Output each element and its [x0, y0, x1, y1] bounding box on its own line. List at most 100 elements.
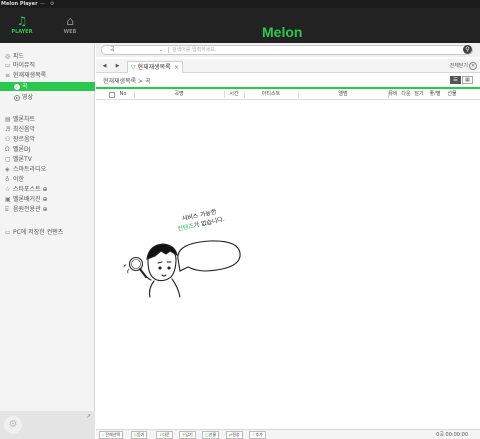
add-to-button[interactable]: +담기	[179, 431, 196, 439]
col-no[interactable]: No	[116, 89, 130, 100]
sidebar-item-label: 멜론차트	[13, 116, 36, 123]
tab-label: 현재재생목록	[137, 64, 171, 71]
sidebar-item-genre[interactable]: ⚇ 장르음악	[0, 135, 95, 144]
col-add: 담기	[414, 91, 424, 97]
forward-arrow-icon[interactable]: ▶	[112, 61, 123, 71]
search-category[interactable]: 곡	[110, 46, 115, 54]
sidebar-item-label: 피드	[13, 53, 25, 60]
col-artist[interactable]: 아티스트	[244, 89, 298, 100]
sidebar-item-label: 이한	[13, 176, 25, 183]
mouth	[161, 274, 167, 277]
gear-icon[interactable]: ⚙	[4, 416, 22, 434]
close-all-label[interactable]: 전체닫기	[450, 62, 468, 69]
grid-view-icon[interactable]: ▦	[462, 76, 473, 84]
button-label: 듣기	[137, 432, 145, 437]
sidebar-item-magazine[interactable]: ▣ 멜론배거진 ⊕	[0, 195, 95, 204]
sidebar-item-new-music[interactable]: ♬ 최신음악	[0, 125, 95, 134]
sidebar-item-dj[interactable]: Ω 멜론DJ	[0, 145, 95, 154]
playlist-tab-icon: ▽	[131, 64, 136, 71]
playlist-summary: 0곡 00:00:00	[436, 432, 468, 438]
bottom-toolbar: ✓전체선택 ▷듣기 ↓다운 +담기 ◫선물 ⇄전송 ✓추가 0곡 00:00:0…	[96, 429, 480, 439]
player-tab[interactable]: ♫ PLAYER	[0, 8, 44, 43]
sidebar-item-tv[interactable]: ▢ 멜론TV	[0, 155, 95, 164]
button-label: 다운	[162, 432, 170, 437]
sidebar-item-songs[interactable]: ♪ 곡	[0, 82, 95, 91]
speech-bubble	[177, 240, 241, 272]
close-all-icon[interactable]: ×	[469, 62, 477, 70]
eyebrows	[157, 261, 172, 264]
col-album[interactable]: 앨범	[298, 89, 388, 100]
video-circle-icon: ▸	[14, 94, 20, 101]
bulb-icon: ♁	[5, 176, 10, 183]
sidebar-item-label: 현재재생목록	[13, 72, 47, 79]
tab-bar: ◀ ▶ ▽ 현재재생목록 × 전체닫기 ×	[96, 59, 480, 73]
col-mv: 뮤비	[388, 91, 398, 97]
body	[148, 278, 181, 298]
right-eye	[167, 266, 171, 270]
sidebar-item-label: 멜론DJ	[13, 146, 31, 153]
search-input[interactable]: 검색어를 입력하세요.	[172, 46, 217, 54]
search-icon[interactable]: ⚲	[463, 45, 472, 54]
col-download: 다운	[401, 91, 411, 97]
my-music-icon: ▭	[5, 62, 11, 69]
music-note-icon: ♫	[16, 14, 28, 28]
button-label: 추가	[255, 432, 263, 437]
sidebar-item-star-post[interactable]: ☆ 스타포스트 ⊕	[0, 185, 95, 194]
sidebar-item-label: 최신음악	[13, 126, 36, 133]
hair	[146, 243, 178, 260]
breadcrumb: 현재재생목록 > 곡	[103, 78, 151, 85]
melon-logo: Melon	[262, 24, 303, 40]
tv-icon: ▢	[5, 156, 11, 163]
store-icon: ⌸	[5, 206, 9, 213]
send-button[interactable]: ⇄전송	[226, 431, 243, 439]
sidebar-item-feed[interactable]: ◎ 피드	[0, 52, 95, 61]
sidebar-item-radio[interactable]: ◈ 스마트라디오	[0, 165, 95, 174]
sidebar-item-store[interactable]: ⌸ 음원전용관 ⊕	[0, 205, 95, 214]
sidebar-item-pc-content[interactable]: ▭ PC에 저장한 컨텐츠	[0, 228, 95, 237]
breadcrumb-row: 현재재생목록 > 곡 ☰ ▦	[96, 73, 480, 89]
divider	[168, 47, 169, 53]
sidebar-item-label: PC에 저장한 컨텐츠	[13, 229, 64, 236]
listen-button[interactable]: ▷듣기	[131, 431, 148, 439]
button-label: 전체선택	[105, 432, 121, 437]
sidebar-item-ihan[interactable]: ♁ 이한	[0, 175, 95, 184]
tab-now-playing[interactable]: ▽ 현재재생목록 ×	[127, 61, 183, 73]
web-tab[interactable]: ⌂ WEB	[48, 8, 92, 43]
close-icon[interactable]: ×	[174, 62, 179, 73]
select-all-checkbox[interactable]	[109, 92, 115, 98]
feed-icon: ◎	[5, 53, 11, 60]
search-bar: 곡 ⌄ 검색어를 입력하세요. ⚲	[96, 43, 480, 57]
list-view-icon[interactable]: ☰	[450, 76, 461, 84]
col-like: 좋/별	[429, 91, 441, 97]
search-box: 곡 ⌄ 검색어를 입력하세요. ⚲	[101, 45, 473, 55]
gift-button[interactable]: ◫선물	[202, 431, 220, 439]
sidebar-footer: ⚙ ↗	[0, 411, 95, 439]
sidebar-item-my-music[interactable]: ▭ 마이뮤직	[0, 61, 95, 70]
col-title[interactable]: 곡명	[134, 89, 224, 100]
window-title: Melon Player	[1, 1, 38, 7]
add-button[interactable]: ✓추가	[249, 431, 266, 439]
sidebar-item-label: 영상	[22, 94, 34, 101]
player-tab-label: PLAYER	[11, 29, 33, 35]
sidebar-item-videos[interactable]: ▸ 영상	[0, 93, 95, 102]
left-eye	[158, 266, 162, 270]
download-button[interactable]: ↓다운	[156, 431, 173, 439]
sidebar-item-label: 스마트라디오	[13, 166, 47, 173]
table-header: No 곡명 시간 아티스트 앨범 뮤비 다운 담기 좋/별 선물	[96, 89, 480, 100]
select-all-button[interactable]: ✓전체선택	[99, 431, 124, 439]
magnifier-inner	[131, 259, 141, 269]
chevron-down-icon[interactable]: ⌄	[159, 46, 163, 54]
button-label: 담기	[185, 432, 193, 437]
expand-arrow-icon[interactable]: ↗	[86, 413, 91, 420]
button-label: 전송	[232, 432, 240, 437]
col-gift: 선물	[447, 91, 457, 97]
col-time[interactable]: 시간	[224, 89, 244, 100]
sidebar-item-playlist[interactable]: ≡ 현재재생목록	[0, 71, 95, 80]
button-label: 선물	[208, 432, 217, 437]
sidebar-item-label: 스타포스트 ⊕	[13, 186, 48, 193]
back-arrow-icon[interactable]: ◀	[99, 61, 110, 71]
minimize-icon[interactable]: —	[40, 0, 45, 8]
settings-icon[interactable]: ⚙	[50, 0, 54, 8]
sidebar: ◎ 피드 ▭ 마이뮤직 ≡ 현재재생목록 ♪ 곡 ▸ 영상 ▤ 멜론차트 ♬ 최신음악 ⚇ 장르…	[0, 43, 95, 439]
sidebar-item-chart[interactable]: ▤ 멜론차트	[0, 115, 95, 124]
